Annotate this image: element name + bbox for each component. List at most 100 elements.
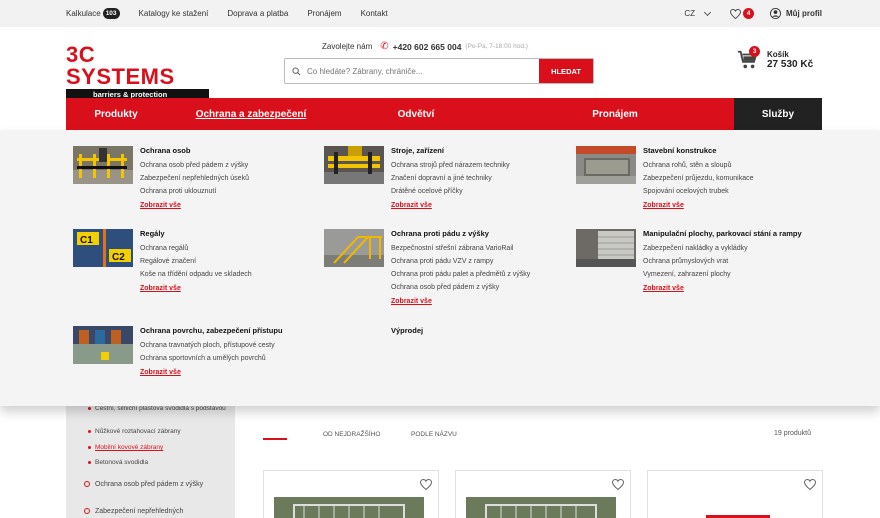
nav-produkty[interactable]: Produkty [66, 98, 166, 130]
nav-ochrana[interactable]: Ochrana a zabezpečení [166, 98, 336, 130]
logo-title: 3C SYSTEMS [66, 42, 175, 89]
category-link[interactable]: Bezpečnostní střešní zábrana VarioRail [391, 242, 566, 255]
nav-odvetvi[interactable]: Odvětví [336, 98, 496, 130]
top-link-pronajem[interactable]: Pronájem [307, 9, 341, 18]
sidebar-item-active[interactable]: Mobilní kovové zábrany [88, 444, 163, 452]
category-link[interactable]: Ochrana sportovních a umělých povrchů [140, 352, 315, 365]
category-title[interactable]: Stroje, zařízení [391, 146, 566, 156]
product-card[interactable] [455, 470, 631, 518]
show-all-link[interactable]: Zobrazit vše [140, 201, 315, 211]
cart[interactable]: 3 Košík 27 530 Kč [737, 46, 813, 71]
nav-label: Produkty [94, 108, 138, 120]
category-link[interactable]: Ochrana proti uklouznutí [140, 185, 315, 198]
category-link[interactable]: Ochrana osob před pádem z výšky [391, 281, 566, 294]
sidebar-item-label: Mobilní kovové zábrany [95, 444, 164, 451]
nav-label: Pronájem [592, 108, 638, 120]
logo[interactable]: 3C SYSTEMS barriers & protection [66, 44, 209, 101]
bullet-icon [88, 406, 91, 410]
language-select[interactable]: CZ [684, 8, 712, 18]
expand-icon [84, 481, 90, 488]
show-all-link[interactable]: Zobrazit vše [391, 201, 566, 211]
category-link[interactable]: Ochrana průmyslových vrat [643, 255, 818, 268]
category-link[interactable]: Ochrana rohů, stěn a sloupů [643, 159, 818, 172]
category-title[interactable]: Ochrana povrchu, zabezpečení přístupu [140, 326, 315, 336]
search-box: HLEDAT [284, 58, 594, 84]
sidebar-item-label: Nůžkové roztahovací zábrany [95, 428, 181, 435]
sidebar-group[interactable]: Ochrana osob před pádem z výšky [84, 480, 214, 489]
category-title[interactable]: Regály [140, 229, 315, 239]
category-link[interactable]: Zabezpečení průjezdu, komunikace [643, 172, 818, 185]
cart-icon: 3 [737, 46, 760, 71]
sidebar-item[interactable]: Nůžkové roztahovací zábrany [88, 428, 181, 436]
favorites-button[interactable]: 4 [730, 8, 754, 19]
chevron-down-icon [703, 8, 712, 16]
category-link[interactable]: Vymezení, zahrazení plochy [643, 268, 818, 281]
category-title[interactable]: Stavební konstrukce [643, 146, 818, 156]
category-link[interactable]: Ochrana proti pádu VZV z rampy [391, 255, 566, 268]
header: 3C SYSTEMS barriers & protection Zavolej… [0, 27, 880, 101]
cart-label: Košík [767, 50, 789, 59]
category-link[interactable]: Zabezpečení nepřehledných úseků [140, 172, 315, 185]
mega-menu: Ochrana osob Ochrana osob před pádem z v… [0, 130, 880, 406]
category-image [324, 146, 384, 184]
category-link[interactable]: Zabezpečení nakládky a vykládky [643, 242, 818, 255]
category-link[interactable]: Ochrana regálů [140, 242, 315, 255]
expand-icon [84, 508, 90, 515]
sidebar-item[interactable]: Cestní, silniční plastová svodidla s pod… [88, 405, 228, 413]
user-icon [770, 8, 781, 19]
phone-number[interactable]: +420 602 665 004 [393, 42, 462, 52]
nav-pronajem[interactable]: Pronájem [496, 98, 734, 130]
category-link[interactable]: Ochrana travnatých ploch, přístupové ces… [140, 339, 315, 352]
svg-text:C2: C2 [112, 252, 125, 263]
sidebar-item[interactable]: Betonová svodidla [88, 459, 148, 467]
show-all-link[interactable]: Zobrazit vše [140, 368, 315, 378]
show-all-link[interactable]: Zobrazit vše [391, 297, 566, 307]
top-link-kalkulace[interactable]: Kalkulace 103 [66, 8, 120, 19]
search-button[interactable]: HLEDAT [539, 59, 593, 83]
sidebar-group[interactable]: Zabezpečení nepřehledných [84, 508, 183, 516]
top-link-katalogy[interactable]: Katalogy ke stažení [139, 9, 209, 18]
top-link-doprava[interactable]: Doprava a platba [227, 9, 288, 18]
category-link[interactable]: Ochrana osob před pádem z výšky [140, 159, 315, 172]
call-prefix: Zavolejte nám [322, 42, 373, 51]
category-image [576, 146, 636, 184]
sidebar-group-label: Zabezpečení nepřehledných [95, 508, 184, 515]
top-link-kontakt[interactable]: Kontakt [361, 9, 388, 18]
bullet-icon [88, 460, 91, 464]
show-all-link[interactable]: Zobrazit vše [643, 201, 818, 211]
category-link[interactable]: Drátěné ocelové příčky [391, 185, 566, 198]
category-link[interactable]: Spojování ocelových trubek [643, 185, 818, 198]
product-card[interactable] [263, 470, 439, 518]
category-title[interactable]: Výprodej [391, 326, 566, 336]
sort-option[interactable]: PODLE NÁZVU [411, 431, 457, 438]
category-link[interactable]: Koše na třídění odpadu ve skladech [140, 268, 315, 281]
opening-hours: (Po-Pa, 7-18:00 hod.) [465, 43, 528, 50]
sidebar-item-label: Cestní, silniční plastová svodidla s pod… [95, 405, 226, 412]
search-input[interactable] [307, 59, 539, 83]
sort-option[interactable]: OD NEJDRAŽŠÍHO [323, 431, 380, 438]
category-link[interactable]: Ochrana strojů před nárazem techniky [391, 159, 566, 172]
top-links: Kalkulace 103 Katalogy ke stažení Doprava… [66, 0, 407, 27]
kalkulace-badge: 103 [102, 8, 120, 19]
category-title[interactable]: Ochrana osob [140, 146, 315, 156]
category-title[interactable]: Manipulační plochy, parkovací stání a ra… [643, 229, 818, 239]
category-link[interactable]: Regálové značení [140, 255, 315, 268]
show-all-link[interactable]: Zobrazit vše [140, 284, 315, 294]
favorites-badge: 4 [743, 8, 754, 19]
profile-link[interactable]: Můj profil [770, 8, 822, 19]
nav-sluzby[interactable]: Služby [734, 98, 822, 130]
sidebar-item-label: Betonová svodidla [95, 459, 149, 466]
category-image: C1 C2 [73, 229, 133, 267]
show-all-link[interactable]: Zobrazit vše [643, 284, 818, 294]
product-image [706, 515, 770, 518]
nav-label: Ochrana a zabezpečení [195, 108, 307, 120]
category-link[interactable]: Značení dopravní a jiné techniky [391, 172, 566, 185]
product-card[interactable] [647, 470, 823, 518]
bullet-icon [88, 429, 91, 433]
category-title[interactable]: Ochrana proti pádu z výšky [391, 229, 566, 239]
svg-text:C1: C1 [80, 235, 93, 246]
cart-badge: 3 [749, 46, 760, 57]
category-link[interactable]: Ochrana proti pádu palet a předmětů z vý… [391, 268, 566, 281]
nav-label: Služby [761, 108, 795, 120]
product-count: 19 produktů [774, 430, 811, 437]
